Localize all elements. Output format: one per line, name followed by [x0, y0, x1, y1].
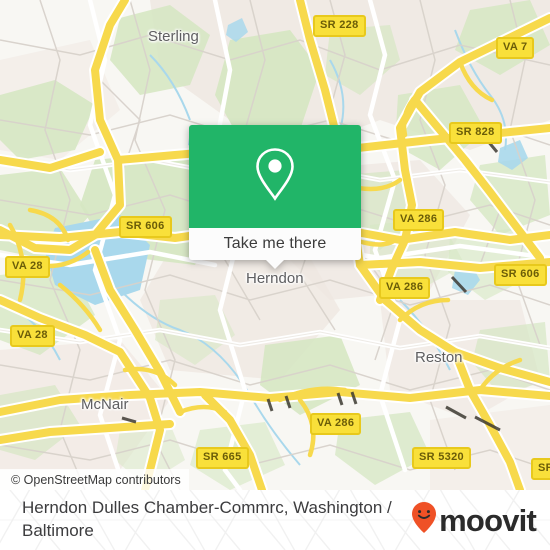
map-place-label: McNair: [81, 396, 129, 413]
road-shield: SR 228: [313, 15, 366, 37]
map-attribution[interactable]: © OpenStreetMap contributors: [0, 469, 189, 490]
road-shield: SR 665: [196, 447, 249, 469]
road-shield: SR 606: [494, 264, 547, 286]
road-shield: SR 5: [531, 458, 550, 480]
map-place-label: Reston: [415, 349, 463, 366]
page-title: Herndon Dulles Chamber-Commrc, Washingto…: [22, 498, 392, 540]
attribution-text: © OpenStreetMap contributors: [11, 472, 181, 487]
road-shield: SR 606: [119, 216, 172, 238]
moovit-wordmark: moovit: [439, 502, 537, 538]
road-shield: VA 28: [10, 325, 55, 347]
map-place-label: Herndon: [246, 270, 304, 287]
map-pin-icon: [252, 145, 298, 208]
road-shield: VA 7: [496, 37, 535, 59]
road-shield: VA 286: [379, 277, 431, 299]
road-shield: VA 286: [310, 413, 362, 435]
moovit-brand-logo[interactable]: moovit: [411, 501, 537, 539]
callout-pointer-tail: [266, 260, 284, 269]
road-shield: SR 5320: [412, 447, 471, 469]
map-canvas[interactable]: Sterling Herndon Reston McNair SR 228 VA…: [0, 0, 550, 490]
location-callout-card[interactable]: Take me there: [189, 125, 361, 269]
screenshot-root: Sterling Herndon Reston McNair SR 228 VA…: [0, 0, 550, 550]
road-shield: SR 828: [449, 122, 502, 144]
take-me-there-label: Take me there: [223, 235, 327, 252]
road-shield: VA 286: [393, 209, 445, 231]
moovit-smiley-pin-icon: [411, 501, 437, 539]
map-place-label: Sterling: [148, 28, 199, 45]
callout-action-bar[interactable]: Take me there: [189, 228, 361, 260]
road-shield: VA 28: [5, 256, 50, 278]
callout-header: [189, 125, 361, 228]
